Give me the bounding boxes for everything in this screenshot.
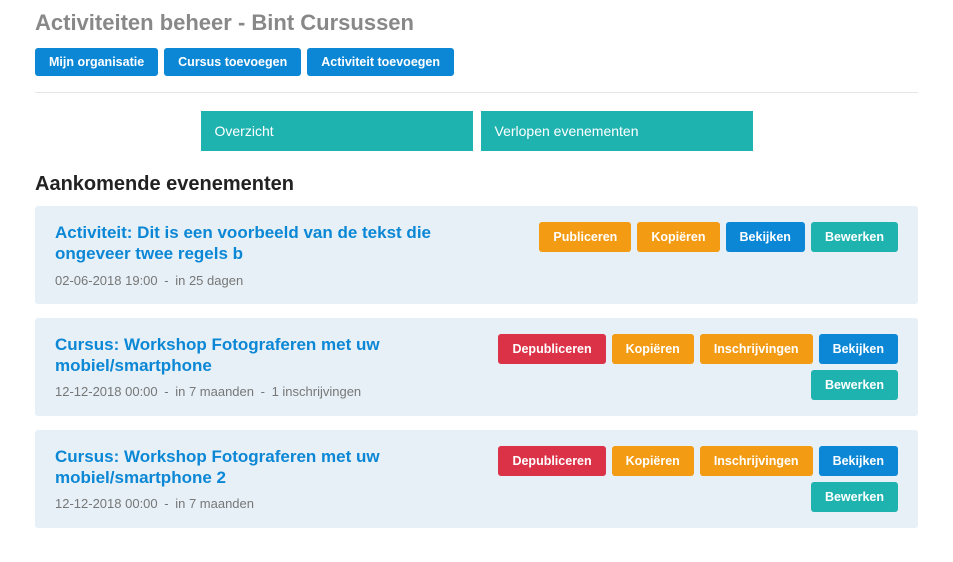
event-meta: 02-06-2018 19:00 - in 25 dagen xyxy=(55,273,485,288)
event-enrollment-count: 1 inschrijvingen xyxy=(272,384,362,399)
page-title: Activiteiten beheer - Bint Cursussen xyxy=(35,10,918,36)
event-title-link[interactable]: Cursus: Workshop Fotograferen met uw mob… xyxy=(55,446,485,489)
kopieren-button[interactable]: Kopiëren xyxy=(612,446,694,476)
divider xyxy=(35,92,918,93)
event-relative-time: in 7 maanden xyxy=(175,384,254,399)
kopieren-button[interactable]: Kopiëren xyxy=(612,334,694,364)
event-card: Activiteit: Dit is een voorbeeld van de … xyxy=(35,206,918,304)
add-activity-button[interactable]: Activiteit toevoegen xyxy=(307,48,454,76)
kopieren-button[interactable]: Kopiëren xyxy=(637,222,719,252)
bekijken-button[interactable]: Bekijken xyxy=(819,446,898,476)
event-card-content: Activiteit: Dit is een voorbeeld van de … xyxy=(55,222,485,288)
add-course-button[interactable]: Cursus toevoegen xyxy=(164,48,301,76)
depubliceren-button[interactable]: Depubliceren xyxy=(498,446,605,476)
separator: - xyxy=(161,384,173,399)
event-meta: 12-12-2018 00:00 - in 7 maanden - 1 insc… xyxy=(55,384,485,399)
event-title-link[interactable]: Activiteit: Dit is een voorbeeld van de … xyxy=(55,222,485,265)
bewerken-button[interactable]: Bewerken xyxy=(811,482,898,512)
top-buttons: Mijn organisatie Cursus toevoegen Activi… xyxy=(35,48,918,76)
tabs: Overzicht Verlopen evenementen xyxy=(35,111,918,151)
event-card-content: Cursus: Workshop Fotograferen met uw mob… xyxy=(55,334,485,400)
tab-overview[interactable]: Overzicht xyxy=(201,111,473,151)
event-card: Cursus: Workshop Fotograferen met uw mob… xyxy=(35,430,918,528)
event-title-link[interactable]: Cursus: Workshop Fotograferen met uw mob… xyxy=(55,334,485,377)
events-list: Activiteit: Dit is een voorbeeld van de … xyxy=(35,206,918,528)
event-date: 12-12-2018 00:00 xyxy=(55,384,158,399)
event-actions: DepublicerenKopiërenInschrijvingenBekijk… xyxy=(498,446,898,512)
inschrijvingen-button[interactable]: Inschrijvingen xyxy=(700,334,813,364)
bekijken-button[interactable]: Bekijken xyxy=(726,222,805,252)
event-card-content: Cursus: Workshop Fotograferen met uw mob… xyxy=(55,446,485,512)
section-title-upcoming: Aankomende evenementen xyxy=(35,173,918,196)
event-date: 02-06-2018 19:00 xyxy=(55,273,158,288)
separator: - xyxy=(161,496,173,511)
event-actions: DepublicerenKopiërenInschrijvingenBekijk… xyxy=(498,334,898,400)
event-date: 12-12-2018 00:00 xyxy=(55,496,158,511)
separator: - xyxy=(161,273,173,288)
event-relative-time: in 7 maanden xyxy=(175,496,254,511)
publiceren-button[interactable]: Publiceren xyxy=(539,222,631,252)
event-meta: 12-12-2018 00:00 - in 7 maanden xyxy=(55,496,485,511)
bewerken-button[interactable]: Bewerken xyxy=(811,222,898,252)
event-actions: PublicerenKopiërenBekijkenBewerken xyxy=(539,222,898,252)
bewerken-button[interactable]: Bewerken xyxy=(811,370,898,400)
my-organisation-button[interactable]: Mijn organisatie xyxy=(35,48,158,76)
event-card: Cursus: Workshop Fotograferen met uw mob… xyxy=(35,318,918,416)
bekijken-button[interactable]: Bekijken xyxy=(819,334,898,364)
tab-expired-events[interactable]: Verlopen evenementen xyxy=(481,111,753,151)
depubliceren-button[interactable]: Depubliceren xyxy=(498,334,605,364)
inschrijvingen-button[interactable]: Inschrijvingen xyxy=(700,446,813,476)
separator: - xyxy=(257,384,269,399)
event-relative-time: in 25 dagen xyxy=(175,273,243,288)
